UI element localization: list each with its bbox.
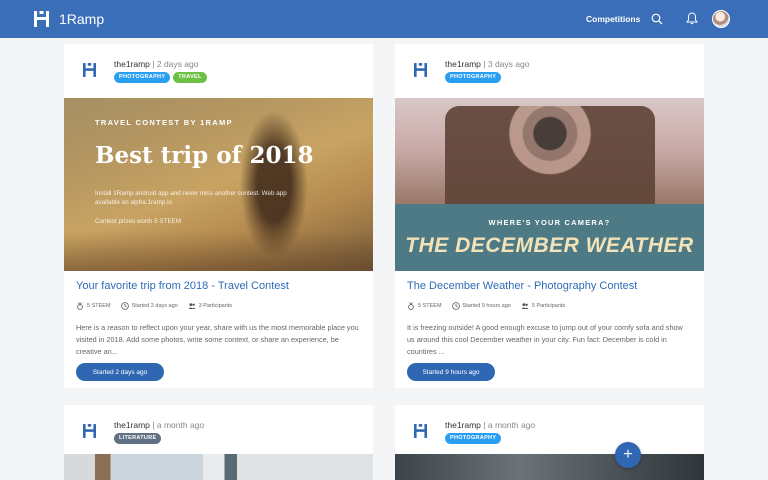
participants-value: 5 Participants — [531, 303, 566, 309]
author-name[interactable]: the1ramp — [445, 59, 481, 69]
tag-list: PHOTOGRAPHY — [445, 433, 502, 444]
contest-banner-image[interactable] — [64, 454, 373, 480]
started-value: Started 9 hours ago — [462, 303, 511, 309]
participants-stat: 5 Participants — [521, 302, 565, 310]
prize-value: 5 STEEM — [87, 303, 111, 309]
notifications-bell-icon[interactable] — [686, 12, 698, 25]
user-avatar[interactable] — [712, 10, 730, 28]
author-logo-icon — [83, 63, 96, 77]
top-navigation-bar: 1Ramp Competitions — [0, 0, 768, 38]
banner-kicker: TRAVEL CONTEST BY 1RAMP — [95, 118, 233, 127]
tag-photography[interactable]: PHOTOGRAPHY — [445, 72, 502, 83]
clock-icon — [451, 302, 460, 310]
sea-shade — [64, 231, 373, 271]
contest-banner-image[interactable]: WHERE'S YOUR CAMERA? THE DECEMBER WEATHE… — [395, 98, 704, 271]
banner-prize-note: Contest prizes worth 5 STEEM — [95, 218, 182, 225]
tag-list: PHOTOGRAPHY TRAVEL — [114, 72, 207, 83]
banner-headline: Best trip of 2018 — [95, 142, 314, 169]
app-name[interactable]: 1Ramp — [59, 11, 104, 27]
card-header: the1ramp | 3 days ago PHOTOGRAPHY — [395, 44, 704, 94]
post-time: | a month ago — [152, 420, 205, 430]
contest-stats: 5 STEEM Started 9 hours ago 5 Participan… — [407, 302, 565, 310]
contest-banner-image[interactable]: TRAVEL CONTEST BY 1RAMP Best trip of 201… — [64, 98, 373, 271]
prize-stat: 5 STEEM — [76, 302, 111, 310]
author-name[interactable]: the1ramp — [114, 59, 150, 69]
camera-shape — [445, 106, 655, 216]
tag-photography[interactable]: PHOTOGRAPHY — [114, 72, 171, 83]
post-meta: the1ramp | 3 days ago — [445, 59, 529, 69]
post-time: | a month ago — [483, 420, 536, 430]
contest-card[interactable]: the1ramp | a month ago PHOTOGRAPHY — [395, 405, 704, 480]
banner-kicker: WHERE'S YOUR CAMERA? — [488, 218, 611, 227]
author-logo-icon — [414, 424, 427, 438]
started-stat: Started 9 hours ago — [451, 302, 511, 310]
banner-headline: THE DECEMBER WEATHER — [405, 234, 694, 257]
started-button[interactable]: Started 9 hours ago — [407, 363, 495, 381]
contest-card[interactable]: the1ramp | a month ago LITERATURE — [64, 405, 373, 480]
app-logo-icon[interactable] — [34, 11, 49, 27]
search-icon[interactable] — [651, 13, 663, 25]
card-header: the1ramp | a month ago LITERATURE — [64, 405, 373, 455]
started-value: Started 2 days ago — [131, 303, 178, 309]
contest-title[interactable]: The December Weather - Photography Conte… — [407, 280, 637, 292]
participants-stat: 3 Participants — [188, 302, 232, 310]
medal-icon — [77, 302, 83, 310]
competitions-link[interactable]: Competitions — [586, 14, 640, 24]
post-meta: the1ramp | a month ago — [114, 420, 204, 430]
post-meta: the1ramp | a month ago — [445, 420, 535, 430]
post-time: | 3 days ago — [483, 59, 530, 69]
clock-icon — [120, 302, 129, 310]
people-icon — [188, 303, 196, 309]
tag-list: LITERATURE — [114, 433, 162, 444]
contest-title[interactable]: Your favorite trip from 2018 - Travel Co… — [76, 280, 289, 292]
contest-stats: 5 STEEM Started 2 days ago 3 Participant… — [76, 302, 232, 310]
add-contest-fab[interactable]: + — [615, 442, 641, 468]
author-name[interactable]: the1ramp — [445, 420, 481, 430]
contest-description: Here is a reason to reflect upon your ye… — [76, 323, 359, 356]
people-icon — [521, 303, 529, 309]
tag-photography[interactable]: PHOTOGRAPHY — [445, 433, 502, 444]
post-time: | 2 days ago — [152, 59, 199, 69]
tag-literature[interactable]: LITERATURE — [114, 433, 162, 444]
card-header: the1ramp | 2 days ago PHOTOGRAPHY TRAVEL — [64, 44, 373, 94]
banner-body: Install 1Ramp android app and never miss… — [95, 190, 287, 206]
contest-description: It is freezing outside! A good enough ex… — [407, 323, 683, 356]
started-stat: Started 2 days ago — [120, 302, 178, 310]
tag-list: PHOTOGRAPHY — [445, 72, 502, 83]
card-header: the1ramp | a month ago PHOTOGRAPHY — [395, 405, 704, 455]
participants-value: 3 Participants — [198, 303, 233, 309]
started-button[interactable]: Started 2 days ago — [76, 363, 164, 381]
medal-icon — [408, 302, 414, 310]
contest-banner-image[interactable] — [395, 454, 704, 480]
author-name[interactable]: the1ramp — [114, 420, 150, 430]
prize-stat: 5 STEEM — [407, 302, 442, 310]
post-meta: the1ramp | 2 days ago — [114, 59, 198, 69]
author-logo-icon — [414, 63, 427, 77]
contest-card[interactable]: the1ramp | 2 days ago PHOTOGRAPHY TRAVEL… — [64, 44, 373, 388]
tag-travel[interactable]: TRAVEL — [173, 72, 207, 83]
author-logo-icon — [83, 424, 96, 438]
contest-card[interactable]: the1ramp | 3 days ago PHOTOGRAPHY WHERE'… — [395, 44, 704, 388]
prize-value: 5 STEEM — [418, 303, 442, 309]
